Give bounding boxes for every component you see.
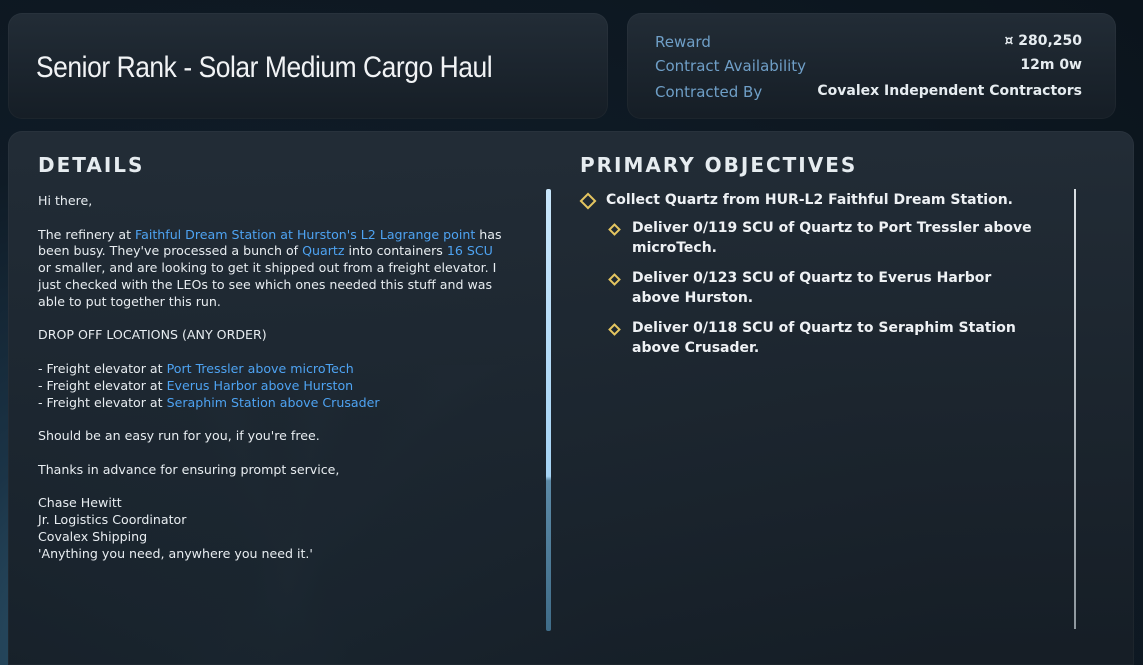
objective-line: Deliver 0/118 SCU of Quartz to Seraphim … bbox=[632, 320, 1016, 336]
commodity-link-quartz: Quartz bbox=[302, 243, 345, 259]
dropoff-prefix: - Freight elevator at bbox=[38, 360, 167, 376]
signature-motto: 'Anything you need, anywhere you need it… bbox=[38, 545, 313, 561]
objective-diamond-icon bbox=[608, 223, 621, 236]
location-link-faithful-dream: Faithful Dream Station at Hurston's L2 L… bbox=[135, 226, 476, 242]
contracted-by-value: Covalex Independent Contractors bbox=[817, 83, 1082, 99]
signature-title: Jr. Logistics Coordinator bbox=[38, 512, 187, 528]
dropoff-item: - Freight elevator at Seraphim Station a… bbox=[38, 395, 380, 410]
availability-row: Contract Availability 12m 0w bbox=[655, 57, 1082, 79]
container-size-highlight: 16 SCU bbox=[446, 243, 493, 259]
objective-sub-text: Deliver 0/118 SCU of Quartz to Seraphim … bbox=[632, 319, 1016, 358]
contracted-by-label: Contracted By bbox=[655, 83, 763, 101]
main-panel: DETAILS Hi there, The refinery at Faithf… bbox=[8, 131, 1134, 665]
dropoff-prefix: - Freight elevator at bbox=[38, 377, 167, 393]
reward-value: ¤ 280,250 bbox=[1004, 33, 1082, 49]
dropoff-prefix: - Freight elevator at bbox=[38, 394, 167, 410]
objective-sub-text: Deliver 0/119 SCU of Quartz to Port Tres… bbox=[632, 219, 1032, 258]
details-paragraph: The refinery at Faithful Dream Station a… bbox=[38, 227, 508, 311]
availability-value: 12m 0w bbox=[1020, 57, 1082, 73]
signature-company: Covalex Shipping bbox=[38, 528, 148, 544]
contracted-by-row: Contracted By Covalex Independent Contra… bbox=[655, 83, 1082, 105]
contract-info-panel: Reward ¤ 280,250 Contract Availability 1… bbox=[627, 13, 1116, 119]
reward-label: Reward bbox=[655, 33, 711, 51]
objective-diamond-icon bbox=[608, 323, 621, 336]
dropoff-location-everus-harbor: Everus Harbor above Hurston bbox=[166, 377, 354, 393]
details-scrollbar[interactable] bbox=[546, 189, 551, 631]
details-text-run: or smaller, and are looking to get it sh… bbox=[38, 260, 497, 309]
details-thanks-line: Thanks in advance for ensuring prompt se… bbox=[38, 461, 340, 477]
signature-name: Chase Hewitt bbox=[38, 495, 122, 511]
dropoff-heading: DROP OFF LOCATIONS (ANY ORDER) bbox=[38, 327, 267, 343]
objective-line: microTech. bbox=[632, 239, 717, 256]
objectives-heading: PRIMARY OBJECTIVES bbox=[580, 153, 858, 177]
availability-label: Contract Availability bbox=[655, 57, 807, 75]
objectives-scrollbar[interactable] bbox=[1074, 189, 1076, 629]
dropoff-location-port-tressler: Port Tressler above microTech bbox=[166, 360, 354, 376]
dropoff-list: - Freight elevator at Port Tressler abov… bbox=[38, 361, 508, 411]
details-text-run: The refinery at bbox=[38, 226, 136, 242]
objective-line: above Crusader. bbox=[632, 339, 760, 356]
objective-diamond-icon bbox=[579, 192, 597, 210]
details-greeting: Hi there, bbox=[38, 193, 93, 208]
signature: Chase Hewitt Jr. Logistics Coordinator C… bbox=[38, 495, 508, 562]
details-body[interactable]: Hi there, The refinery at Faithful Dream… bbox=[38, 193, 508, 563]
title-panel: Senior Rank - Solar Medium Cargo Haul bbox=[8, 13, 608, 119]
objective-diamond-icon bbox=[608, 273, 621, 286]
details-heading: DETAILS bbox=[38, 153, 145, 177]
contract-title: Senior Rank - Solar Medium Cargo Haul bbox=[36, 51, 493, 84]
objective-line: above Hurston. bbox=[632, 289, 754, 306]
objective-line: Deliver 0/119 SCU of Quartz to Port Tres… bbox=[632, 220, 1032, 236]
objective-line: Deliver 0/123 SCU of Quartz to Everus Ha… bbox=[632, 270, 992, 286]
dropoff-location-seraphim: Seraphim Station above Crusader bbox=[166, 394, 380, 410]
details-closing-line: Should be an easy run for you, if you're… bbox=[38, 428, 320, 444]
dropoff-item: - Freight elevator at Everus Harbor abov… bbox=[38, 378, 353, 393]
objective-sub-text: Deliver 0/123 SCU of Quartz to Everus Ha… bbox=[632, 269, 991, 308]
objective-main-text: Collect Quartz from HUR-L2 Faithful Drea… bbox=[606, 192, 1013, 208]
dropoff-item: - Freight elevator at Port Tressler abov… bbox=[38, 361, 354, 376]
reward-row: Reward ¤ 280,250 bbox=[655, 33, 1082, 55]
details-text-run: into containers bbox=[344, 243, 447, 259]
